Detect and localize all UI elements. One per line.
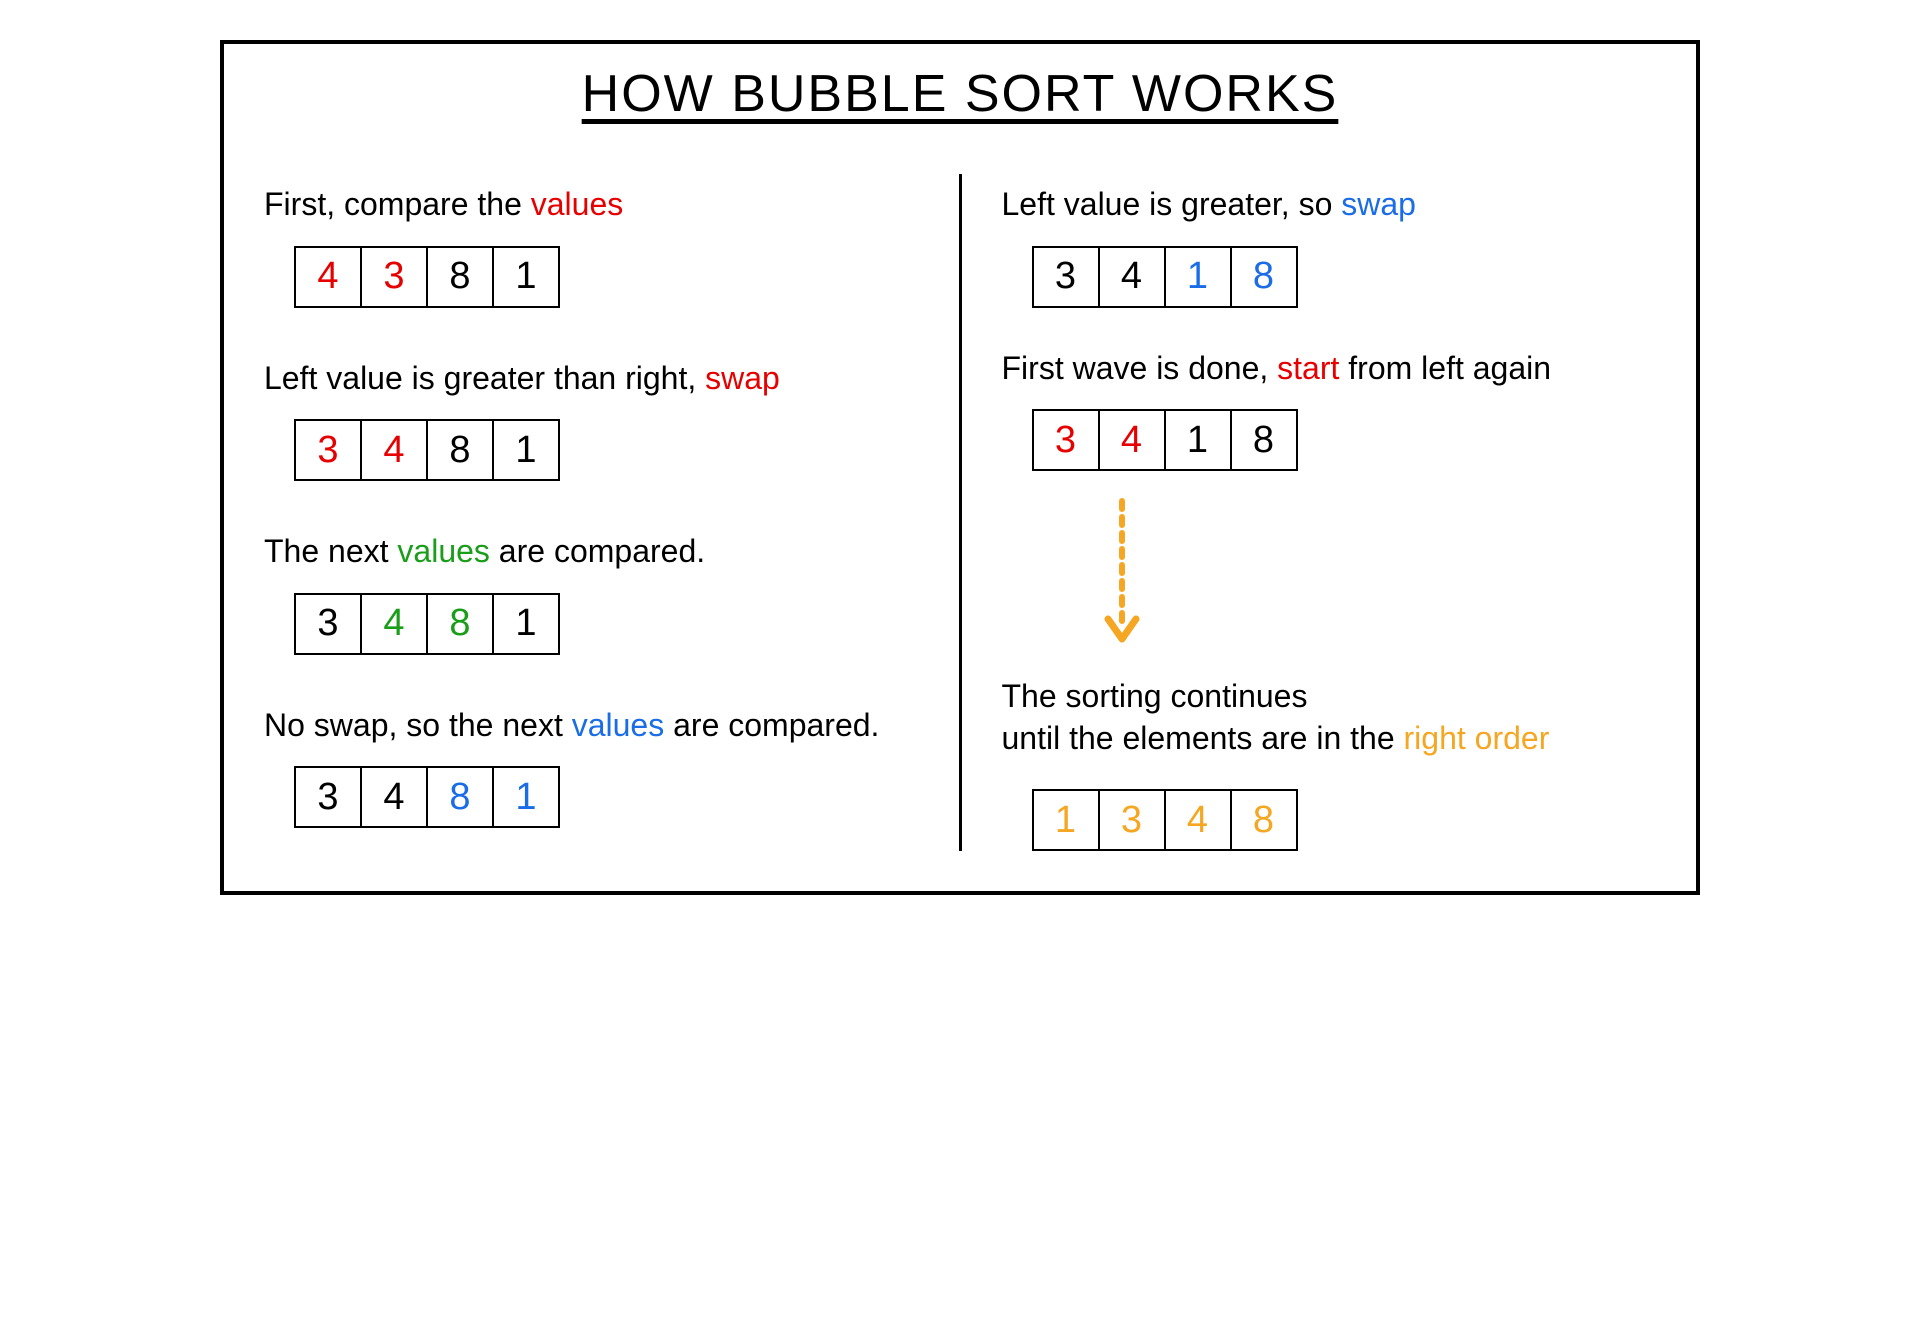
diagram-container: HOW BUBBLE SORT WORKS First, compare the… <box>220 40 1700 895</box>
step-7-cells: 1 3 4 8 <box>1032 789 1657 851</box>
cell: 1 <box>492 593 560 655</box>
cell: 3 <box>360 246 428 308</box>
step-6-pre: First wave is done, <box>1002 350 1278 386</box>
step-7: The sorting continues until the elements… <box>1002 676 1657 851</box>
cell: 1 <box>1164 409 1232 471</box>
step-6: First wave is done, start from left agai… <box>1002 348 1657 472</box>
step-6-text: First wave is done, start from left agai… <box>1002 348 1657 390</box>
step-2: Left value is greater than right, swap 3… <box>264 358 919 482</box>
cell: 8 <box>1230 789 1298 851</box>
step-3-hl: values <box>397 533 490 569</box>
step-4-cells: 3 4 8 1 <box>294 766 919 828</box>
cell: 4 <box>1164 789 1232 851</box>
step-5-cells: 3 4 1 8 <box>1032 246 1657 308</box>
left-column: First, compare the values 4 3 8 1 Left v… <box>264 184 919 851</box>
columns: First, compare the values 4 3 8 1 Left v… <box>264 184 1656 851</box>
step-5-pre: Left value is greater, so <box>1002 186 1342 222</box>
cell: 4 <box>360 419 428 481</box>
step-3-post: are compared. <box>490 533 705 569</box>
vertical-divider <box>959 174 962 851</box>
right-column: Left value is greater, so swap 3 4 1 8 F… <box>1002 184 1657 851</box>
page-title: HOW BUBBLE SORT WORKS <box>264 64 1656 124</box>
cell: 1 <box>1032 789 1100 851</box>
step-4-post: are compared. <box>664 707 879 743</box>
cell: 4 <box>1098 409 1166 471</box>
step-6-hl: start <box>1277 350 1339 386</box>
step-1-pre: First, compare the <box>264 186 531 222</box>
step-7-text: The sorting continues until the elements… <box>1002 676 1657 759</box>
step-4-hl: values <box>572 707 665 743</box>
step-4: No swap, so the next values are compared… <box>264 705 919 829</box>
step-3-text: The next values are compared. <box>264 531 919 573</box>
cell: 8 <box>426 419 494 481</box>
cell: 8 <box>426 593 494 655</box>
step-7-hl: right order <box>1404 720 1550 756</box>
cell: 8 <box>426 246 494 308</box>
cell: 1 <box>1164 246 1232 308</box>
step-2-text: Left value is greater than right, swap <box>264 358 919 400</box>
step-1-hl: values <box>531 186 624 222</box>
step-1-text: First, compare the values <box>264 184 919 226</box>
cell: 3 <box>294 593 362 655</box>
step-2-cells: 3 4 8 1 <box>294 419 919 481</box>
step-2-hl: swap <box>705 360 780 396</box>
arrow-down-icon <box>1102 491 1657 656</box>
step-1-cells: 4 3 8 1 <box>294 246 919 308</box>
step-5: Left value is greater, so swap 3 4 1 8 <box>1002 184 1657 308</box>
cell: 4 <box>294 246 362 308</box>
step-6-cells: 3 4 1 8 <box>1032 409 1657 471</box>
step-4-pre: No swap, so the next <box>264 707 572 743</box>
cell: 3 <box>1098 789 1166 851</box>
cell: 4 <box>360 593 428 655</box>
cell: 4 <box>1098 246 1166 308</box>
step-6-post: from left again <box>1339 350 1551 386</box>
step-7-pre: until the elements are in the <box>1002 720 1404 756</box>
cell: 8 <box>1230 409 1298 471</box>
cell: 8 <box>1230 246 1298 308</box>
cell: 8 <box>426 766 494 828</box>
cell: 3 <box>294 419 362 481</box>
step-3: The next values are compared. 3 4 8 1 <box>264 531 919 655</box>
cell: 3 <box>294 766 362 828</box>
cell: 4 <box>360 766 428 828</box>
step-7-line1: The sorting continues <box>1002 678 1308 714</box>
step-5-text: Left value is greater, so swap <box>1002 184 1657 226</box>
cell: 1 <box>492 419 560 481</box>
step-3-cells: 3 4 8 1 <box>294 593 919 655</box>
cell: 1 <box>492 246 560 308</box>
cell: 3 <box>1032 409 1100 471</box>
step-2-pre: Left value is greater than right, <box>264 360 705 396</box>
step-3-pre: The next <box>264 533 397 569</box>
cell: 3 <box>1032 246 1100 308</box>
step-1: First, compare the values 4 3 8 1 <box>264 184 919 308</box>
step-4-text: No swap, so the next values are compared… <box>264 705 919 747</box>
step-5-hl: swap <box>1341 186 1416 222</box>
cell: 1 <box>492 766 560 828</box>
